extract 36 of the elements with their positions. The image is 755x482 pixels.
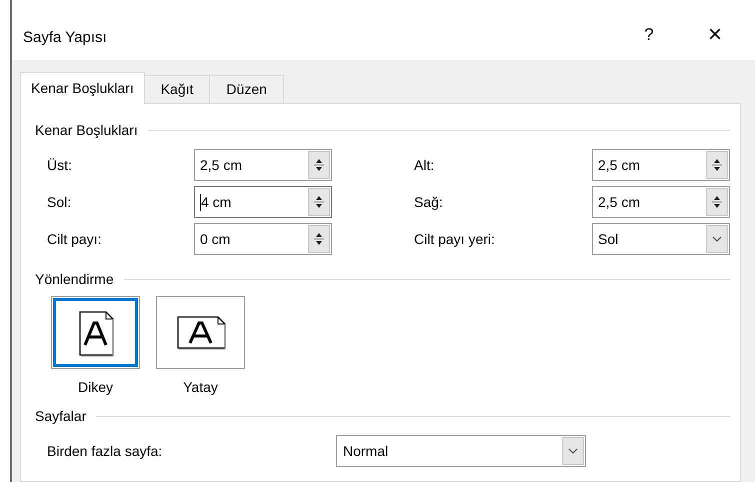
- field-label: Cilt payı:: [47, 230, 102, 249]
- field-label: Sağ:: [414, 192, 444, 212]
- section-heading: Yönlendirme: [35, 270, 114, 289]
- field-label: Üst:: [47, 156, 73, 174]
- field-label: Cilt payı yeri:: [414, 230, 496, 249]
- spin-field[interactable]: 2,5 cm: [592, 186, 730, 218]
- dropdown[interactable]: Sol: [592, 223, 730, 255]
- landscape-page-icon: [174, 314, 226, 352]
- tab[interactable]: Düzen: [210, 75, 284, 103]
- option-label: Yatay: [183, 378, 218, 397]
- tab[interactable]: Kenar Boşlukları: [20, 72, 145, 104]
- chevron-icon: [706, 225, 728, 253]
- orientation-option[interactable]: [51, 296, 140, 369]
- section-heading: Sayfalar: [35, 407, 86, 426]
- portrait-page-icon: [76, 308, 114, 356]
- window-title: Sayfa Yapısı: [23, 28, 107, 48]
- spin-field[interactable]: 2,5 cm: [592, 149, 730, 181]
- field-label: Alt:: [414, 156, 436, 174]
- section-heading: Kenar Boşlukları: [35, 121, 138, 140]
- spin-buttons[interactable]: [706, 151, 728, 179]
- spin-field[interactable]: 4 cm: [194, 186, 332, 218]
- help-button[interactable]: ?: [629, 15, 669, 55]
- field-label: Birden fazla sayfa:: [47, 442, 164, 461]
- spin-buttons[interactable]: [308, 151, 330, 179]
- pages-dropdown[interactable]: Normal: [336, 435, 586, 467]
- spin-buttons[interactable]: [308, 225, 330, 253]
- orientation-option[interactable]: [156, 296, 245, 369]
- close-button[interactable]: ×: [695, 15, 735, 55]
- spin-buttons[interactable]: [706, 188, 728, 216]
- option-label: Dikey: [78, 378, 113, 397]
- spin-buttons[interactable]: [308, 188, 330, 216]
- spin-field[interactable]: 2,5 cm: [194, 149, 332, 181]
- field-label: Sol:: [47, 192, 72, 212]
- tab[interactable]: Kağıt: [144, 75, 210, 103]
- chevron-icon: [562, 437, 584, 465]
- spin-field[interactable]: 0 cm: [194, 223, 332, 255]
